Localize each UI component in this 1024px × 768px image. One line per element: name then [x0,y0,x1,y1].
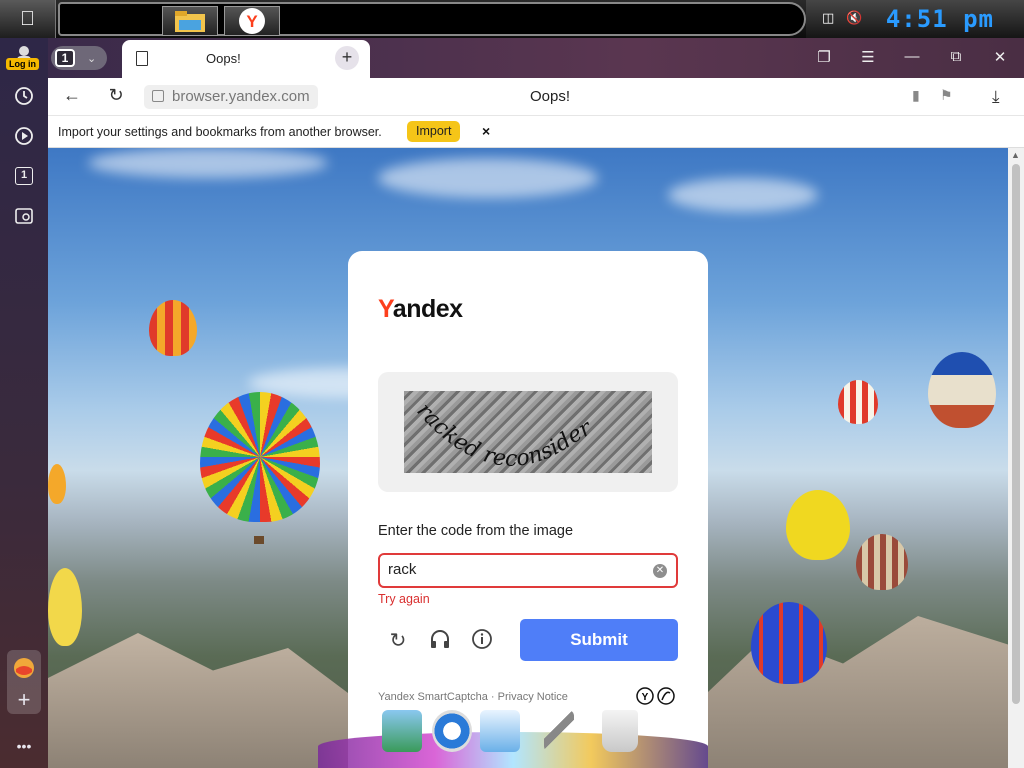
apple-icon[interactable]:  [0,0,56,38]
restore-icon[interactable]: ⧉ [946,48,966,65]
import-button[interactable]: Import [407,121,461,142]
system-tray: ◫ 🔇 4:51 pm [806,0,1024,38]
trash-icon[interactable] [602,710,638,752]
login-button[interactable]: Log in [6,58,39,70]
hot-air-balloon [856,534,908,590]
yandex-browser-task[interactable]: Y [224,6,280,36]
tab-count-button[interactable]: 1 ⌄ [51,46,107,70]
rock-formation [708,616,1008,768]
hot-air-balloon [786,490,850,560]
rock-formation [48,633,348,768]
svg-text:Y: Y [642,692,649,703]
tab-count-badge: 1 [55,49,75,67]
cloud [378,158,598,198]
submit-button[interactable]: Submit [520,619,678,661]
cloud [668,178,818,212]
hot-air-balloon [48,464,66,504]
import-infobar: Import your settings and bookmarks from … [48,116,1024,148]
captcha-input[interactable] [388,561,638,578]
add-icon[interactable]: + [12,687,36,712]
tab-title: Oops! [206,51,241,66]
captcha-text-graphic: racked reconsider [412,398,598,471]
captcha-footer[interactable]: Yandex SmartCaptcha · Privacy Notice [378,691,568,703]
yandex-browser-icon: Y [239,8,265,34]
lock-icon [152,90,164,102]
volume-muted-icon[interactable]: 🔇 [846,10,862,26]
captcha-card: Yandex racked reconsider Enter the code … [348,251,708,768]
hot-air-balloon [838,380,878,424]
bookmark-icon[interactable]: ⚑ [940,87,953,104]
back-icon[interactable]: ← [60,85,84,106]
menu-icon[interactable]: ☰ [858,48,878,66]
scrollbar-thumb[interactable] [1012,164,1020,704]
clear-input-icon[interactable]: ✕ [653,564,667,578]
screenshot-icon[interactable] [12,204,36,228]
hot-air-balloon [928,352,996,428]
page-title: Oops! [530,88,571,105]
url-field[interactable]: browser.yandex.com [144,85,318,109]
tab-strip: 1 ⌄ Oops! ✕ + ❐ ☰ — ⧉ ✕ [48,38,1024,78]
scroll-up-icon[interactable]: ▲ [1011,150,1020,160]
browser-sidebar: Log in 1 + ••• [0,38,48,768]
chat-icon[interactable]: ▮ [912,87,920,104]
close-icon[interactable]: × [482,123,490,139]
bookmarks-panel-icon[interactable]: ❐ [814,48,834,66]
minimize-icon[interactable]: — [902,48,922,65]
download-icon[interactable]: ⤓ [992,87,1000,107]
clock[interactable]: 4:51 pm [886,5,994,33]
cloud [88,148,328,178]
hot-air-balloon [149,300,197,356]
import-message: Import your settings and bookmarks from … [58,125,382,139]
svg-text:racked reconsider: racked reconsider [412,398,598,471]
document-icon [136,51,148,66]
safari-icon[interactable] [432,710,472,752]
captcha-input-field[interactable]: ✕ [378,553,678,588]
file-explorer-task[interactable] [162,6,218,36]
captcha-instruction: Enter the code from the image [378,523,574,539]
pen-icon[interactable] [544,710,574,752]
os-top-bar:  Y ◫ 🔇 4:51 pm [0,0,1024,38]
chevron-down-icon: ⌄ [87,52,97,65]
hot-air-balloon [200,392,320,522]
yandex-logo: Yandex [378,295,463,323]
audio-captcha-icon[interactable] [428,628,452,652]
captcha-image: racked reconsider [404,391,652,473]
hot-air-balloon [751,602,827,684]
close-window-icon[interactable]: ✕ [990,48,1010,66]
zen-icon[interactable] [12,656,36,680]
more-icon[interactable]: ••• [12,734,36,758]
address-bar: ← ↻ browser.yandex.com Oops! ▮ ⚑ ⤓ [48,78,1024,116]
folder-icon [175,11,205,32]
taskbar: Y [58,2,806,36]
yandex-smartcaptcha-icons: Y [636,686,676,709]
tab-oops[interactable]: Oops! ✕ [122,40,370,78]
play-icon[interactable] [12,124,36,148]
reload-icon[interactable]: ↻ [104,85,128,106]
url-text: browser.yandex.com [172,88,310,105]
tabs-count-icon[interactable]: 1 [12,164,36,188]
vertical-scrollbar[interactable]: ▲ [1008,148,1024,768]
image-viewer-icon[interactable] [382,710,422,752]
address-book-icon[interactable] [480,710,520,752]
new-tab-button[interactable]: + [335,46,359,70]
history-icon[interactable] [12,84,36,108]
error-message: Try again [378,592,430,606]
dock [318,708,708,768]
refresh-icon[interactable]: ↻ [386,628,410,652]
hot-air-balloon [48,568,82,646]
captcha-image-container: racked reconsider [378,372,678,492]
network-icon[interactable]: ◫ [822,10,834,26]
info-icon[interactable] [470,628,494,652]
svg-text:Y: Y [246,12,258,31]
balloon-basket [254,536,264,544]
